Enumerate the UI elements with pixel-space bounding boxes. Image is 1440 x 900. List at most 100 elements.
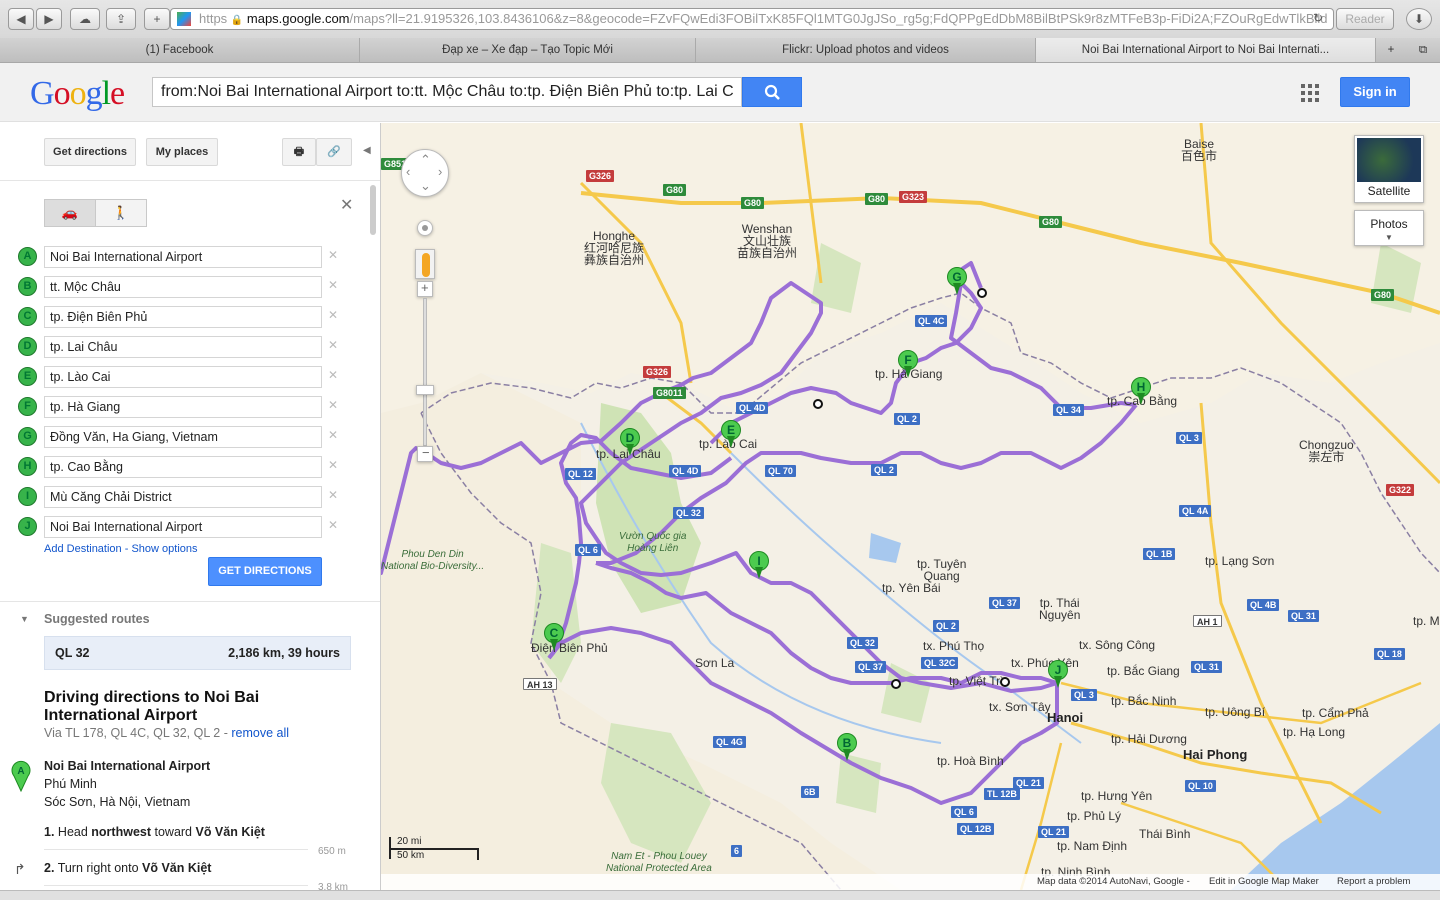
map-canvas[interactable]: Baise 百色市 Honghe 红河哈尼族 彝族自治州 Wenshan 文山壮族 苗族自… [381,123,1440,890]
satellite-toggle[interactable]: Satellite [1354,135,1424,203]
remove-all-link[interactable]: remove all [231,726,289,740]
rotate-control[interactable] [417,220,433,236]
show-options-link[interactable]: Show options [131,543,197,555]
waypoint-e-input[interactable]: tp. Lào Cai [44,366,322,388]
remove-waypoint-icon[interactable]: ✕ [328,518,338,532]
share-button[interactable]: ⇪ [106,8,136,30]
walking-icon: 🚶 [112,205,130,220]
zoom-in-button[interactable]: + [417,280,433,297]
mode-walking-button[interactable]: 🚶 [95,199,147,227]
zoom-slider-handle[interactable] [416,385,434,395]
tab-facebook[interactable]: (1) Facebook [0,38,360,62]
remove-waypoint-icon[interactable]: ✕ [328,338,338,352]
shield-g323: G323 [899,191,928,203]
shield-g80: G80 [1039,216,1063,228]
map-marker-g[interactable]: G [947,267,967,297]
tab-overview-button[interactable]: ⧉ [1406,38,1440,62]
remove-waypoint-icon[interactable]: ✕ [328,278,338,292]
waypoint-h-input[interactable]: tp. Cao Bằng [44,456,322,478]
route-via-point[interactable] [1000,677,1010,687]
scale-mi-label: 20 mi [397,836,422,847]
waypoint-a-input[interactable]: Noi Bai International Airport [44,246,322,268]
google-logo[interactable]: Google [30,75,125,113]
add-destination-link[interactable]: Add Destination [44,543,122,555]
get-directions-tab-button[interactable]: Get directions [44,138,136,166]
tab-dap-xe[interactable]: Đạp xe – Xe đạp – Tạo Topic Mới [360,38,696,62]
map-marker-d[interactable]: D [620,428,640,458]
map-marker-j[interactable]: J [1048,660,1068,690]
get-directions-button[interactable]: GET DIRECTIONS [208,557,322,586]
address-bar[interactable]: https 🔒 maps.google.com/maps?ll=21.91953… [170,8,1334,30]
collapse-panel-icon[interactable]: ◀ [363,145,371,156]
label-hai-duong: tp. Hải Dương [1111,732,1187,746]
map-marker-c[interactable]: C [544,623,564,653]
back-button[interactable]: ◀ [8,8,34,30]
street-view-pegman[interactable] [415,249,435,279]
direction-step-2[interactable]: 2. Turn right onto Võ Văn Kiệt [44,861,211,875]
report-problem-link[interactable]: Report a problem [1337,874,1410,890]
map-marker-e[interactable]: E [721,420,741,450]
route-via-point[interactable] [891,679,901,689]
apps-grid-icon[interactable] [1301,84,1319,102]
route-option[interactable]: QL 32 2,186 km, 39 hours [44,636,351,670]
pan-control[interactable]: ⌃ ‹ › ⌄ [401,149,449,197]
map-marker-h[interactable]: H [1131,377,1151,407]
edit-in-map-maker-link[interactable]: Edit in Google Map Maker [1209,874,1319,890]
remove-waypoint-icon[interactable]: ✕ [328,398,338,412]
remove-waypoint-icon[interactable]: ✕ [328,458,338,472]
map-marker-b[interactable]: B [837,733,857,763]
waypoint-i: I Mù Căng Chải District ✕ [18,486,378,508]
map-marker-i[interactable]: I [749,551,769,581]
remove-waypoint-icon[interactable]: ✕ [328,248,338,262]
step-street: Võ Văn Kiệt [142,861,212,875]
waypoint-j: J Noi Bai International Airport ✕ [18,516,378,538]
zoom-slider-track[interactable] [423,298,427,446]
search-input[interactable]: from:Noi Bai International Airport to:tt… [152,77,742,107]
remove-waypoint-icon[interactable]: ✕ [328,428,338,442]
remove-waypoint-icon[interactable]: ✕ [328,368,338,382]
plus-icon: + [1387,44,1395,56]
icloud-button[interactable]: ☁ [70,8,100,30]
step-number: 1. [44,825,55,839]
waypoint-d-input[interactable]: tp. Lai Châu [44,336,322,358]
waypoint-i-input[interactable]: Mù Căng Chải District [44,486,322,508]
tab-flickr[interactable]: Flickr: Upload photos and videos [696,38,1036,62]
waypoint-c-input[interactable]: tp. Điện Biên Phủ [44,306,322,328]
reader-button[interactable]: Reader [1336,8,1394,30]
waypoint-f: Ftp. Hà Giang ✕ [18,396,378,418]
print-button[interactable]: 🖶 [282,138,316,166]
label-honghe: Honghe 红河哈尼族 彝族自治州 [584,229,645,267]
close-directions-icon[interactable]: ✕ [340,195,353,215]
satellite-label: Satellite [1367,184,1411,198]
waypoint-g-input[interactable]: Đồng Văn, Ha Giang, Vietnam [44,426,322,448]
direction-step-1[interactable]: 1. Head northwest toward Võ Văn Kiệt [44,825,265,839]
route-via-point[interactable] [813,399,823,409]
mode-driving-button[interactable]: 🚗 [44,199,96,227]
waypoint-j-input[interactable]: Noi Bai International Airport [44,516,322,538]
marker-e-icon: E [18,367,37,386]
zoom-out-button[interactable]: − [417,445,433,462]
map-attribution: Map data ©2014 AutoNavi, Google - [1037,876,1190,887]
forward-button[interactable]: ▶ [36,8,62,30]
tab-google-maps[interactable]: Noi Bai International Airport to Noi Bai… [1036,38,1376,62]
downloads-button[interactable]: ⬇ [1406,8,1432,30]
reload-button[interactable]: ↻ [1308,8,1328,30]
photos-label: Photos [1370,217,1408,231]
remove-waypoint-icon[interactable]: ✕ [328,308,338,322]
new-tab-button[interactable]: + [144,8,170,30]
waypoint-f-input[interactable]: tp. Hà Giang [44,396,322,418]
my-places-button[interactable]: My places [146,138,218,166]
suggested-routes-toggle-icon[interactable]: ▼ [20,614,29,624]
shield-ql31: QL 31 [1191,661,1222,673]
search-button[interactable] [742,77,802,107]
route-via-point[interactable] [977,288,987,298]
map-marker-f[interactable]: F [898,350,918,380]
waypoint-b-input[interactable]: tt. Mộc Châu [44,276,322,298]
tab-bar: (1) Facebook Đạp xe – Xe đạp – Tạo Topic… [0,38,1440,62]
sign-in-button[interactable]: Sign in [1340,77,1410,107]
remove-waypoint-icon[interactable]: ✕ [328,488,338,502]
link-button[interactable]: 🔗 [316,138,352,166]
panel-scrollbar[interactable] [370,185,376,235]
photos-toggle[interactable]: Photos ▼ [1354,210,1424,246]
add-tab-button[interactable]: + [1376,38,1406,62]
